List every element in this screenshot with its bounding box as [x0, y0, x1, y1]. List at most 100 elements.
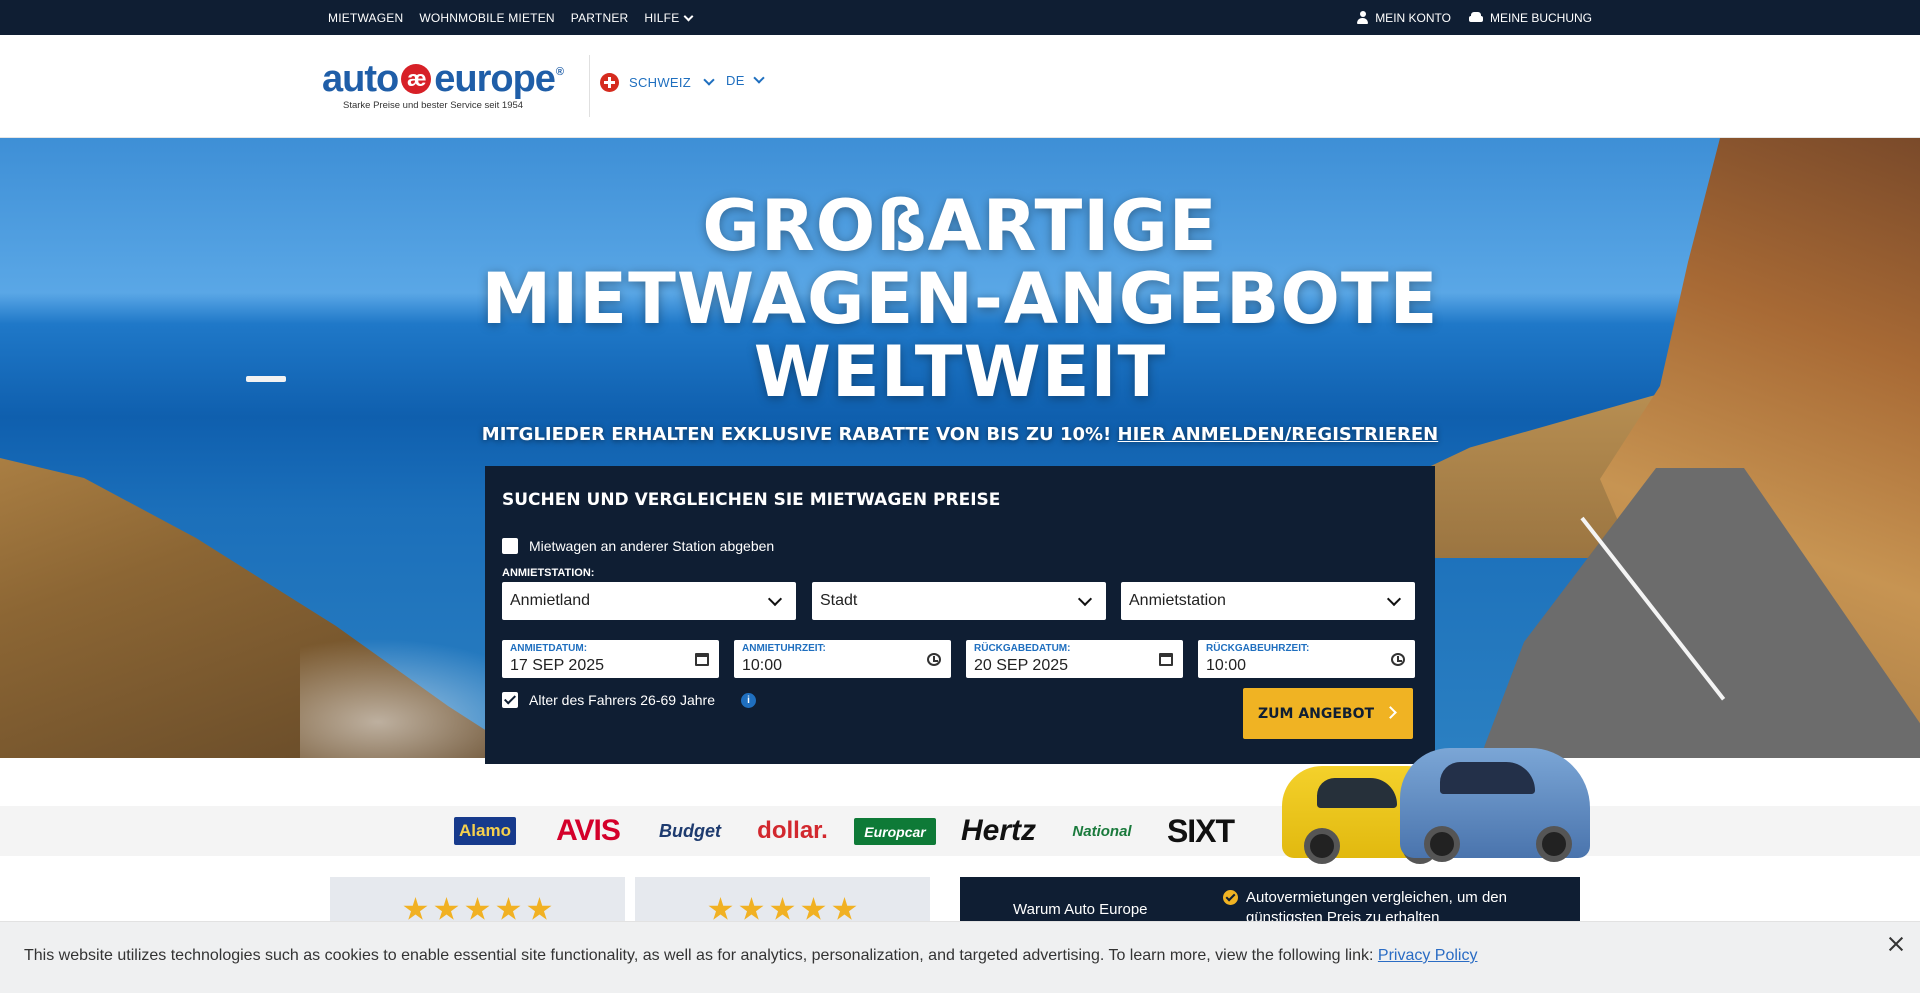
return-date-field[interactable]: RÜCKGABEDATUM: 20 SEP 2025 — [966, 640, 1183, 678]
star-icon — [832, 897, 857, 920]
pickup-date-label: ANMIETDATUM: — [510, 643, 588, 654]
chevron-down-icon — [1386, 591, 1402, 607]
chevron-down-icon — [767, 591, 783, 607]
country-label: SCHWEIZ — [629, 75, 692, 90]
other-station-label: Mietwagen an anderer Station abgeben — [529, 538, 775, 554]
nav-item-mietwagen[interactable]: MIETWAGEN — [328, 11, 403, 25]
country-select[interactable]: Anmietland — [502, 582, 796, 620]
hero-title-line2: MIETWAGEN-ANGEBOTE — [481, 258, 1439, 340]
language-selector[interactable]: DE — [726, 72, 765, 88]
cookie-text: This website utilizes technologies such … — [24, 947, 1477, 965]
site-header: auto æ europe ® Starke Preise und bester… — [0, 35, 1920, 138]
calendar-icon — [1159, 653, 1173, 666]
budget-logo: Budget — [659, 820, 721, 841]
logo-wordmark: auto æ europe ® — [322, 59, 572, 99]
chevron-down-icon — [1077, 591, 1093, 607]
pickup-time-value: 10:00 — [742, 657, 783, 674]
station-select-value: Anmietstation — [1129, 592, 1226, 609]
hertz-logo: Hertz — [960, 814, 1036, 847]
city-select[interactable]: Stadt — [812, 582, 1106, 620]
chevron-down-icon — [753, 72, 765, 84]
country-selector[interactable]: SCHWEIZ — [600, 73, 715, 92]
wheel — [1304, 828, 1340, 864]
hero-title-line1: GROßARTIGE — [702, 185, 1218, 267]
register-link[interactable]: HIER ANMELDEN/REGISTRIEREN — [1118, 424, 1439, 445]
return-time-field[interactable]: RÜCKGABEUHRZEIT: 10:00 — [1198, 640, 1415, 678]
chevron-down-icon — [683, 11, 694, 21]
pickup-time-field[interactable]: ANMIETUHRZEIT: 10:00 — [734, 640, 951, 678]
cookie-banner: This website utilizes technologies such … — [0, 921, 1920, 993]
calendar-icon — [695, 653, 709, 666]
nav-item-partner[interactable]: PARTNER — [571, 11, 629, 25]
top-navigation-bar: MIETWAGEN WOHNMOBILE MIETEN PARTNER HILF… — [0, 0, 1920, 35]
my-booking-link[interactable]: MEINE BUCHUNG — [1468, 10, 1592, 25]
alamo-logo: Alamo — [454, 817, 516, 845]
nav-item-wohnmobile[interactable]: WOHNMOBILE MIETEN — [419, 11, 554, 25]
star-rating — [708, 897, 857, 922]
pickup-time-label: ANMIETUHRZEIT: — [742, 643, 826, 654]
star-rating — [403, 897, 552, 922]
hero-subtitle-text: MITGLIEDER ERHALTEN EXKLUSIVE RABATTE VO… — [481, 424, 1112, 445]
sixt-logo: SIXT — [1166, 812, 1235, 849]
my-account-link[interactable]: MEIN KONTO — [1357, 11, 1451, 25]
chevron-right-icon — [1384, 706, 1397, 719]
star-icon — [770, 897, 795, 920]
clock-icon — [927, 653, 941, 666]
hero-title-line3: WELTWEIT — [753, 331, 1167, 413]
dollar-logo: dollar. — [757, 817, 828, 844]
check-icon — [1223, 890, 1238, 905]
city-select-value: Stadt — [820, 592, 858, 609]
wheel — [1424, 826, 1460, 862]
my-booking-label: MEINE BUCHUNG — [1489, 10, 1592, 25]
driver-age-label: Alter des Fahrers 26-69 Jahre — [529, 692, 715, 708]
station-select[interactable]: Anmietstation — [1121, 582, 1415, 620]
auto-europe-logo[interactable]: auto æ europe ® Starke Preise und bester… — [322, 59, 572, 119]
nav-item-hilfe[interactable]: HILFE — [644, 10, 694, 25]
star-icon — [708, 897, 733, 920]
main-nav: MIETWAGEN WOHNMOBILE MIETEN PARTNER HILF… — [328, 0, 694, 35]
country-select-value: Anmietland — [510, 592, 591, 609]
close-icon[interactable] — [1884, 932, 1908, 956]
privacy-policy-link[interactable]: Privacy Policy — [1378, 947, 1478, 964]
account-nav: MEIN KONTO MEINE BUCHUNG — [1357, 0, 1592, 35]
logo-text-europe: europe — [434, 58, 556, 100]
cars-illustration — [1270, 738, 1600, 868]
car-icon — [1468, 12, 1483, 23]
hero-subtitle: MITGLIEDER ERHALTEN EXKLUSIVE RABATTE VO… — [0, 424, 1920, 445]
return-time-label: RÜCKGABEUHRZEIT: — [1206, 643, 1310, 654]
nav-item-hilfe-label: HILFE — [644, 10, 680, 25]
return-date-value: 20 SEP 2025 — [974, 657, 1069, 674]
pickup-station-label: ANMIETSTATION: — [502, 567, 595, 579]
other-station-checkbox[interactable]: Mietwagen an anderer Station abgeben — [502, 538, 774, 554]
chevron-down-icon — [703, 74, 715, 86]
star-icon — [434, 897, 459, 920]
logo-ae-mark: æ — [401, 64, 432, 94]
logo-registered-mark: ® — [555, 66, 564, 78]
star-icon — [496, 897, 521, 920]
logo-tagline: Starke Preise und bester Service seit 19… — [343, 100, 524, 111]
return-date-label: RÜCKGABEDATUM: — [974, 643, 1071, 654]
cookie-message: This website utilizes technologies such … — [24, 947, 1374, 964]
star-icon — [527, 897, 552, 920]
pickup-date-value: 17 SEP 2025 — [510, 657, 605, 674]
pickup-date-field[interactable]: ANMIETDATUM: 17 SEP 2025 — [502, 640, 719, 678]
star-icon — [801, 897, 826, 920]
europcar-logo: Europcar — [854, 818, 936, 845]
checkbox-checked[interactable] — [502, 692, 518, 708]
search-panel: SUCHEN UND VERGLEICHEN SIE MIETWAGEN PRE… — [485, 466, 1435, 764]
info-icon[interactable]: i — [741, 693, 756, 708]
rental-brands-strip: Alamo AVIS Budget dollar. Europcar Hertz… — [0, 806, 1920, 856]
checkbox-unchecked[interactable] — [502, 538, 518, 554]
blue-car-image — [1400, 748, 1590, 862]
logo-text-auto: auto — [322, 58, 399, 100]
search-submit-button[interactable]: ZUM ANGEBOT — [1243, 688, 1413, 739]
why-title: Warum Auto Europe — [1013, 901, 1148, 918]
search-submit-label: ZUM ANGEBOT — [1258, 705, 1375, 722]
search-heading: SUCHEN UND VERGLEICHEN SIE MIETWAGEN PRE… — [502, 490, 1001, 510]
hero-title: GROßARTIGE MIETWAGEN-ANGEBOTE WELTWEIT — [0, 190, 1920, 409]
national-logo: National — [1072, 822, 1132, 840]
clock-icon — [1391, 653, 1405, 666]
driver-age-checkbox[interactable]: Alter des Fahrers 26-69 Jahre — [502, 692, 715, 708]
my-account-label: MEIN KONTO — [1375, 10, 1451, 25]
wheel — [1536, 826, 1572, 862]
